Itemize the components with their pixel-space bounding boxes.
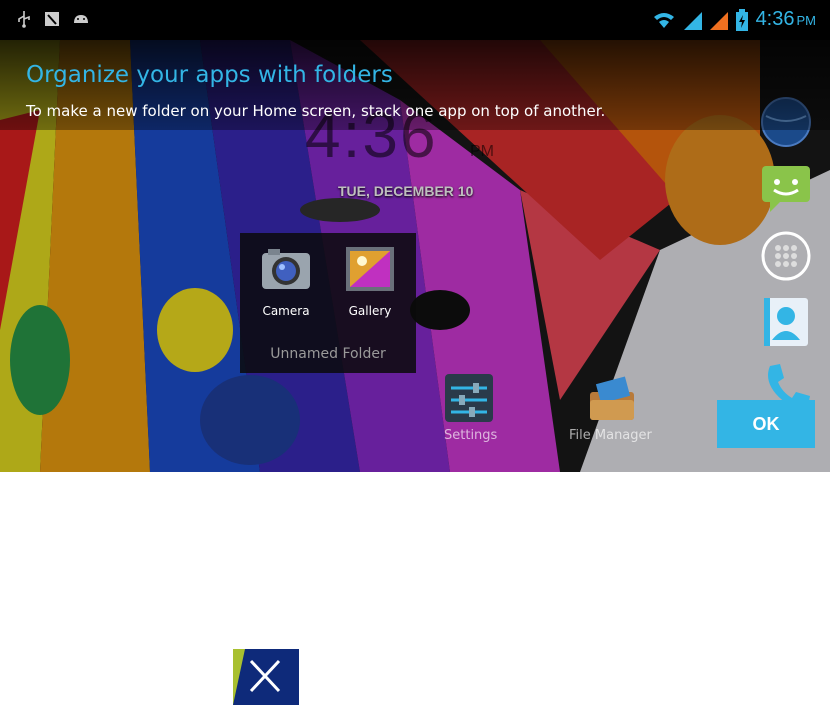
gallery-icon xyxy=(346,247,394,291)
wifi-icon xyxy=(653,12,674,28)
messaging-icon[interactable] xyxy=(760,162,812,218)
settings-icon[interactable] xyxy=(443,372,495,428)
android-icon xyxy=(74,15,88,23)
all-apps-icon[interactable] xyxy=(760,230,812,286)
signal-icon xyxy=(683,11,702,30)
folder-app-camera[interactable]: Camera xyxy=(251,245,321,318)
camera-icon xyxy=(262,249,310,289)
file-manager-icon[interactable] xyxy=(586,372,638,428)
workspace-app-label: Settings xyxy=(444,428,498,443)
workspace-app-label: File Manager xyxy=(569,428,652,443)
cling-body: To make a new folder on your Home screen… xyxy=(26,102,606,120)
battery-charging-icon xyxy=(735,8,748,31)
status-bar: 4:36 PM xyxy=(0,0,830,40)
status-clock: 4:36 PM xyxy=(755,8,816,30)
folder-popup: Camera Gallery Unnamed Folder xyxy=(240,233,416,373)
cling-title: Organize your apps with folders xyxy=(26,62,393,88)
folder-app-label: Gallery xyxy=(348,304,392,318)
screenshot-icon xyxy=(45,12,59,26)
close-icon[interactable] xyxy=(233,649,299,705)
folder-app-label: Camera xyxy=(262,304,310,318)
ok-button[interactable]: OK xyxy=(717,400,815,448)
folder-app-gallery[interactable]: Gallery xyxy=(335,245,405,318)
usb-icon xyxy=(18,11,30,28)
signal-icon xyxy=(709,11,728,30)
contacts-icon[interactable] xyxy=(760,296,812,352)
folder-name[interactable]: Unnamed Folder xyxy=(240,346,416,362)
